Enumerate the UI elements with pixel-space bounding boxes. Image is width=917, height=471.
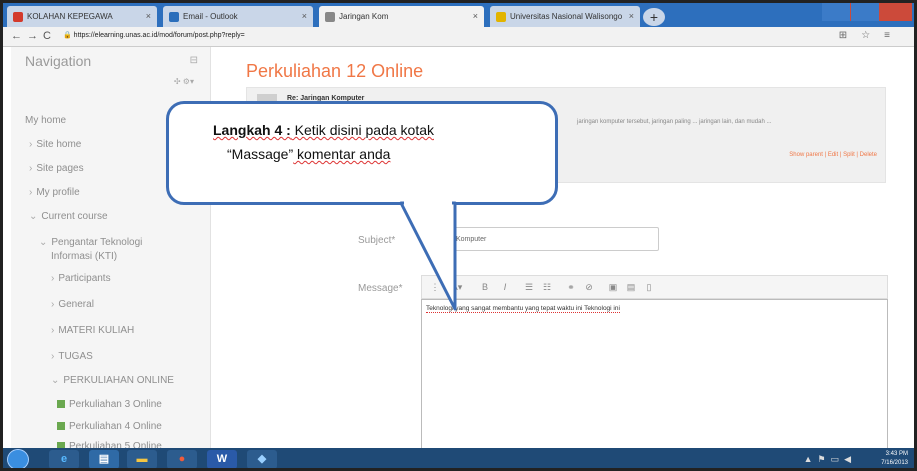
image-icon[interactable]: ▣ [606, 280, 620, 294]
start-button[interactable] [7, 449, 29, 468]
message-text: Teknologi yang sangat membantu yang tepa… [426, 305, 620, 313]
maximize-button[interactable] [851, 3, 879, 21]
sidebar-item-my-profile[interactable]: › My profile [29, 187, 80, 198]
post-action-links[interactable]: Show parent | Edit | Split | Delete [789, 152, 877, 158]
unlink-icon[interactable]: ⊘ [582, 280, 596, 294]
forum-icon [57, 422, 65, 431]
toolbar-toggle-icon[interactable]: ⋮ [428, 280, 442, 294]
sidebar-item-site-home[interactable]: › Site home [29, 139, 81, 150]
italic-icon[interactable]: I [498, 280, 512, 294]
new-tab-button[interactable]: + [643, 8, 665, 26]
star-icon[interactable]: ☆ [861, 30, 884, 41]
close-icon[interactable]: × [302, 11, 307, 21]
clock[interactable]: 3:43 PM 7/16/2013 [881, 450, 908, 468]
taskbar: e ▤ ▬ ● W ◆ ▲⚑▭◀ 3:43 PM 7/16/2013 [3, 448, 914, 468]
browser-tab-active[interactable]: Jaringan Kom × [319, 6, 484, 27]
forum-icon [57, 400, 65, 409]
bold-icon[interactable]: B [478, 280, 492, 294]
sidebar-item-forum[interactable]: Perkuliahan 4 Online [57, 421, 162, 432]
unordered-list-icon[interactable]: ☰ [522, 280, 536, 294]
browser-toolbar-icons: ⊞☆≡ [839, 30, 904, 41]
tab-label: KOLAHAN KEPEGAWA [27, 12, 113, 21]
post-body: jaringan komputer tersebut, jaringan pal… [577, 119, 772, 125]
favicon-icon [169, 12, 179, 22]
favicon-icon [325, 12, 335, 22]
tab-label: Jaringan Kom [339, 12, 389, 21]
back-icon[interactable]: ← [11, 30, 22, 42]
close-icon[interactable]: × [146, 11, 151, 21]
browser-tab[interactable]: Email - Outlook × [163, 6, 313, 27]
sidebar-item-my-home[interactable]: My home [25, 115, 66, 126]
ie-icon[interactable]: e [49, 450, 79, 468]
collapse-icon[interactable]: ⊟ [190, 55, 198, 66]
sidebar-item-current-course[interactable]: ⌄ Current course [29, 211, 108, 222]
page-title: Perkuliahan 12 Online [246, 61, 424, 81]
navigation-title: Navigation [25, 53, 92, 69]
tab-label: Universitas Nasional Walisongo [510, 12, 623, 21]
favicon-icon [496, 12, 506, 22]
system-tray-icons[interactable]: ▲⚑▭◀ [804, 454, 856, 465]
tab-label: Email - Outlook [183, 12, 238, 21]
sidebar-item-course-code[interactable]: Informasi (KTI) [51, 251, 117, 262]
file-icon[interactable]: ▯ [642, 280, 656, 294]
close-icon[interactable]: × [629, 11, 634, 21]
sidebar-item-general[interactable]: › General [51, 299, 94, 310]
sidebar-item-course[interactable]: ⌄ Pengantar Teknologi [39, 237, 142, 248]
url-field[interactable]: 🔒 https://elearning.unas.ac.id/mod/forum… [63, 31, 245, 39]
link-icon[interactable]: ⚭ [564, 280, 578, 294]
paragraph-styles-icon[interactable]: A▾ [444, 280, 470, 294]
sidebar-item-forum[interactable]: Perkuliahan 3 Online [57, 399, 162, 410]
page-content: Navigation ⊟ ✣ ⚙▾ My home › Site home › Si… [3, 47, 914, 452]
media-icon[interactable]: ▤ [624, 280, 638, 294]
explorer-icon[interactable]: ▤ [89, 450, 119, 468]
menu-icon[interactable]: ≡ [884, 30, 904, 41]
browser-tab[interactable]: Universitas Nasional Walisongo × [490, 6, 640, 27]
minimize-button[interactable] [822, 3, 850, 21]
sidebar-item-materi-kuliah[interactable]: › MATERI KULIAH [51, 325, 134, 336]
window-controls [822, 3, 912, 21]
browser-tab-bar: KOLAHAN KEPEGAWA × Email - Outlook × Jar… [3, 3, 914, 27]
callout-instruction: “Massage” komentar anda [227, 146, 391, 162]
screenshot-frame: KOLAHAN KEPEGAWA × Email - Outlook × Jar… [0, 0, 917, 471]
message-label: Message* [358, 283, 403, 294]
extension-icon[interactable]: ⊞ [839, 30, 861, 41]
message-editor[interactable]: Teknologi yang sangat membantu yang tepa… [421, 299, 888, 451]
url-text: https://elearning.unas.ac.id/mod/forum/p… [73, 32, 245, 39]
forward-icon[interactable]: → [27, 30, 38, 42]
sidebar-item-site-pages[interactable]: › Site pages [29, 163, 84, 174]
block-actions-icon[interactable]: ✣ ⚙▾ [174, 77, 194, 86]
app-icon[interactable]: ◆ [247, 450, 277, 468]
lock-icon: 🔒 [63, 32, 74, 39]
address-bar: ← → C 🔒 https://elearning.unas.ac.id/mod… [3, 27, 914, 47]
subject-input[interactable]: Komputer [429, 227, 659, 251]
folder-icon[interactable]: ▬ [127, 450, 157, 468]
sidebar-item-tugas[interactable]: › TUGAS [51, 351, 93, 362]
sidebar-item-perkuliahan-online[interactable]: ⌄ PERKULIAHAN ONLINE [51, 375, 174, 386]
word-icon[interactable]: W [207, 450, 237, 468]
browser-tab[interactable]: KOLAHAN KEPEGAWA × [7, 6, 157, 27]
editor-toolbar: ⋮ A▾ B I ☰ ☷ ⚭ ⊘ ▣ ▤ ▯ [421, 275, 888, 299]
close-icon[interactable]: × [473, 11, 478, 21]
reload-icon[interactable]: C [43, 30, 51, 42]
subject-label: Subject* [358, 235, 396, 246]
callout-step-text: Langkah 4 : Ketik disini pada kotak [213, 122, 434, 138]
favicon-icon [13, 12, 23, 22]
sidebar-item-participants[interactable]: › Participants [51, 273, 111, 284]
chrome-icon[interactable]: ● [167, 450, 197, 468]
callout-bubble: Langkah 4 : Ketik disini pada kotak “Mas… [166, 101, 558, 205]
ordered-list-icon[interactable]: ☷ [540, 280, 554, 294]
